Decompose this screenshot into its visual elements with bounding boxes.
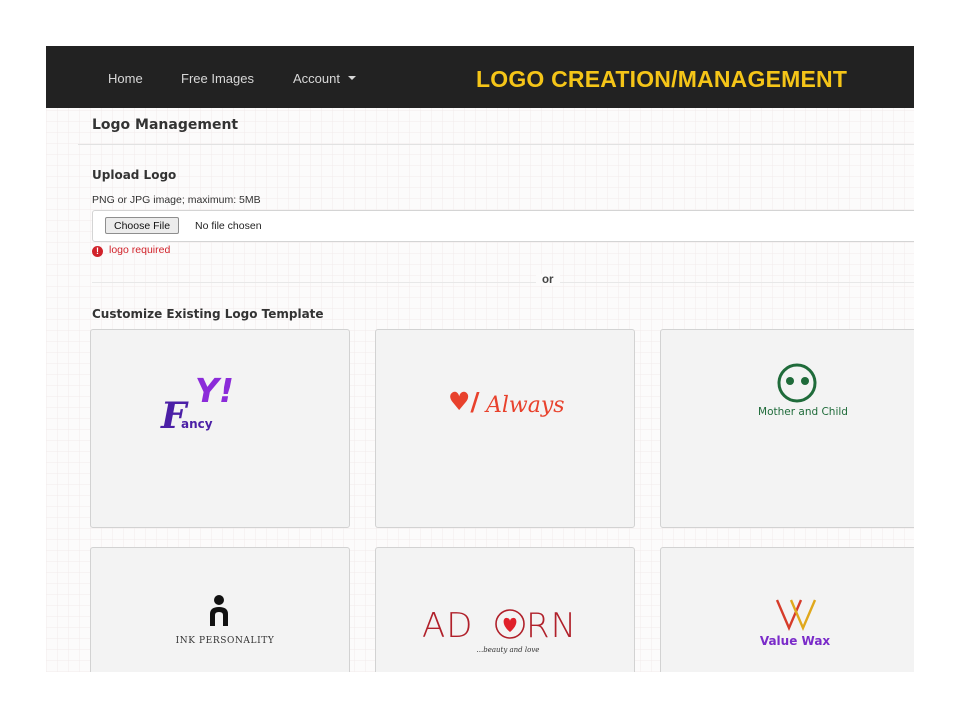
banner-title: LOGO CREATION/MANAGEMENT bbox=[476, 66, 848, 92]
nav-account-label: Account bbox=[293, 71, 340, 86]
adorn-tagline-text: ...beauty and love bbox=[477, 646, 540, 654]
upload-hint: PNG or JPG image; maximum: 5MB bbox=[92, 194, 261, 206]
nav-account-dropdown[interactable]: Account bbox=[293, 46, 356, 108]
app-window: Home Free Images Account LOGO CREATION/M… bbox=[46, 46, 914, 672]
always-logo: ♥/ Always bbox=[448, 387, 565, 418]
logo-error-message: ! logo required bbox=[92, 244, 170, 257]
file-status: No file chosen bbox=[195, 220, 262, 232]
page-title: Logo Management bbox=[92, 117, 239, 133]
template-card-always[interactable]: ♥/ Always bbox=[375, 329, 635, 528]
error-icon: ! bbox=[92, 246, 103, 257]
main-content: Logo Management Upload Logo PNG or JPG i… bbox=[46, 108, 914, 672]
value-wax-text: Value Wax bbox=[760, 634, 831, 648]
adorn-post-text: RN bbox=[526, 606, 577, 646]
logo-file-input[interactable]: Choose File No file chosen bbox=[92, 210, 914, 242]
mother-child-logo: Mother and Child bbox=[758, 363, 848, 418]
adorn-pre-text: AD bbox=[422, 606, 473, 646]
top-navbar: Home Free Images Account LOGO CREATION/M… bbox=[46, 46, 914, 108]
upload-logo-heading: Upload Logo bbox=[92, 168, 177, 182]
ink-personality-text: INK PERSONALITY bbox=[176, 636, 275, 646]
chevron-down-icon bbox=[347, 76, 356, 81]
or-line bbox=[92, 282, 914, 283]
adorn-logo: AD RN ...beauty and love bbox=[422, 606, 577, 654]
person-icon bbox=[210, 595, 228, 626]
always-word-text: Always bbox=[484, 393, 565, 418]
choose-file-button[interactable]: Choose File bbox=[105, 217, 180, 234]
title-divider bbox=[78, 144, 914, 145]
template-card-value-wax[interactable]: Value Wax bbox=[660, 547, 914, 672]
nav-free-images-link[interactable]: Free Images bbox=[181, 46, 254, 108]
fancy-mark-text: Y! bbox=[195, 371, 234, 410]
ink-personality-logo: INK PERSONALITY bbox=[176, 595, 275, 646]
template-card-mother-child[interactable]: Mother and Child bbox=[660, 329, 914, 528]
or-separator: or bbox=[92, 274, 914, 290]
template-card-ink-personality[interactable]: INK PERSONALITY bbox=[90, 547, 350, 672]
double-v-icon bbox=[775, 599, 817, 632]
value-wax-logo: Value Wax bbox=[760, 599, 831, 648]
template-card-adorn[interactable]: AD RN ...beauty and love bbox=[375, 547, 635, 672]
fancy-logo: Y! F ancy bbox=[160, 371, 234, 437]
templates-heading: Customize Existing Logo Template bbox=[92, 307, 324, 321]
template-card-fancy[interactable]: Y! F ancy bbox=[90, 329, 350, 528]
always-mark-text: ♥/ bbox=[448, 387, 480, 416]
error-text: logo required bbox=[109, 244, 171, 256]
or-text: or bbox=[536, 274, 560, 286]
mother-child-emblem-icon bbox=[777, 363, 817, 403]
mother-child-text: Mother and Child bbox=[758, 406, 848, 418]
heart-o-icon bbox=[495, 609, 525, 639]
nav-home-link[interactable]: Home bbox=[108, 46, 143, 108]
fancy-word-text: ancy bbox=[181, 417, 213, 431]
